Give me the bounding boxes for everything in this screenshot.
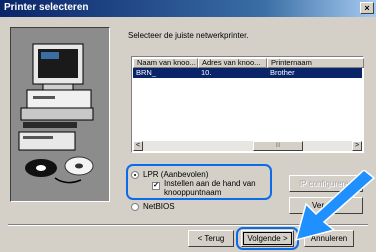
netbios-label: NetBIOS [143,202,175,211]
scroll-right-button[interactable]: > [352,141,362,151]
instruction-text: Selecteer de juiste netwerkprinter. [128,31,249,40]
window-title: Printer selecteren [4,2,89,13]
manual-node-checkbox[interactable]: ✓ [152,182,160,190]
column-header-node-name[interactable]: Naam van knoo... [133,58,198,68]
printer-select-window: Printer selecteren × Selecteer de juiste… [0,0,376,252]
manual-node-label-line2: knooppuntnaam [164,188,222,197]
cell-printer-name: Brother [270,68,295,77]
cell-node-address: 10. [201,68,212,77]
title-bar: Printer selecteren × [0,0,376,17]
close-button[interactable]: × [360,2,374,14]
printer-row[interactable]: BRN_ 10. Brother [133,68,362,78]
back-button[interactable]: < Terug [188,230,234,247]
chevron-right-icon: > [354,142,360,149]
column-header-printer-name[interactable]: Printernaam [267,58,364,68]
computer-illustration [10,27,110,202]
printer-list[interactable]: Naam van knoo... Adres van knoo... Print… [131,56,364,153]
list-header: Naam van knoo... Adres van knoo... Print… [133,58,364,68]
lpr-radio[interactable] [131,171,139,179]
close-icon: × [364,3,370,13]
arrow-pointer-icon [294,170,376,242]
scroll-thumb[interactable]: III [253,141,303,151]
manual-node-label-line1: Instellen aan de hand van [164,179,256,188]
column-header-node-address[interactable]: Adres van knoo... [198,58,267,68]
scroll-left-button[interactable]: < [133,141,143,151]
netbios-radio[interactable] [131,203,139,211]
cell-node-name: BRN_ [136,68,157,77]
next-button[interactable]: Volgende > [241,230,294,247]
chevron-left-icon: < [135,142,141,149]
horizontal-scrollbar[interactable]: < III > [133,141,362,151]
lpr-label: LPR (Aanbevolen) [143,170,209,179]
